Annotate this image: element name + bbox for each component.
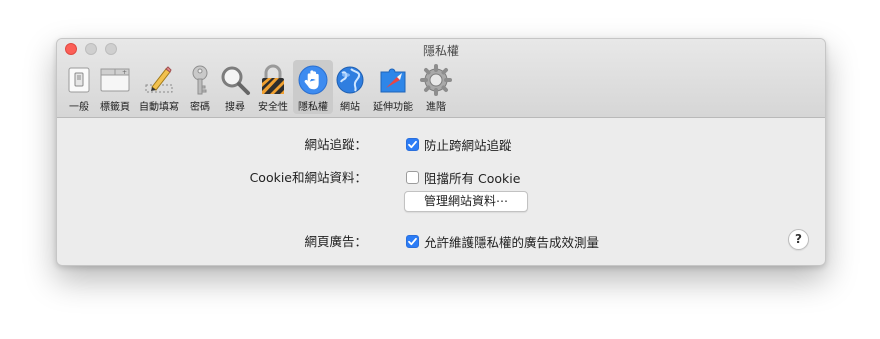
gear-icon (420, 64, 452, 96)
preferences-toolbar: 一般 + 標籤頁 自動填寫 密碼 搜尋 安全性 隱私權 網站 延伸功能 進階 (63, 60, 453, 116)
prevent-cross-site-tracking-option[interactable]: 防止跨網站追蹤 (406, 135, 512, 154)
privacy-hand-icon (298, 65, 328, 95)
tab-websites[interactable]: 網站 (333, 60, 367, 114)
extensions-compass-icon (380, 68, 406, 93)
block-all-cookies-option[interactable]: 阻擋所有 Cookie (406, 168, 520, 187)
tab-advanced[interactable]: 進階 (419, 60, 453, 114)
block-cookies-checkbox[interactable] (406, 171, 419, 184)
general-switch-icon (68, 67, 90, 93)
prevent-tracking-checkbox[interactable] (406, 138, 419, 151)
tab-search[interactable]: 搜尋 (217, 60, 253, 114)
web-ads-label: 網頁廣告： (304, 234, 367, 249)
tabs-icon: + (100, 68, 130, 92)
window-title: 隱私權 (422, 44, 459, 58)
tab-privacy[interactable]: 隱私權 (293, 60, 333, 114)
key-icon (192, 65, 208, 95)
cookies-label: Cookie和網站資料： (249, 170, 367, 185)
manage-website-data-button[interactable]: 管理網站資料⋯ (404, 191, 528, 212)
tab-extensions[interactable]: 延伸功能 (367, 60, 419, 114)
checkmark-icon (408, 140, 417, 149)
padlock-icon (262, 64, 284, 94)
magnifier-icon (221, 66, 250, 95)
autofill-pencil-icon (145, 66, 173, 93)
checkmark-icon (408, 237, 417, 246)
globe-icon (336, 66, 364, 94)
tab-passwords[interactable]: 密碼 (183, 60, 217, 114)
privacy-pane: 網站追蹤： 防止跨網站追蹤 Cookie和網站資料： 阻擋所有 Cookie 管… (57, 118, 825, 265)
svg-text:+: + (122, 69, 127, 76)
title-bar: 隱私權 一般 + 標籤頁 自動填寫 密碼 搜尋 安全性 隱私權 網站 延伸功能 … (57, 39, 825, 118)
tab-security[interactable]: 安全性 (253, 60, 293, 114)
help-button[interactable]: ? (788, 229, 809, 250)
preferences-window: 隱私權 一般 + 標籤頁 自動填寫 密碼 搜尋 安全性 隱私權 網站 延伸功能 … (56, 38, 826, 266)
tab-tabs[interactable]: + 標籤頁 (95, 60, 135, 114)
tab-general[interactable]: 一般 (63, 60, 95, 114)
privacy-preserving-ad-measurement-option[interactable]: 允許維護隱私權的廣告成效測量 (406, 232, 599, 251)
tab-autofill[interactable]: 自動填寫 (135, 60, 183, 114)
website-tracking-label: 網站追蹤： (304, 137, 367, 152)
ad-measurement-checkbox[interactable] (406, 235, 419, 248)
